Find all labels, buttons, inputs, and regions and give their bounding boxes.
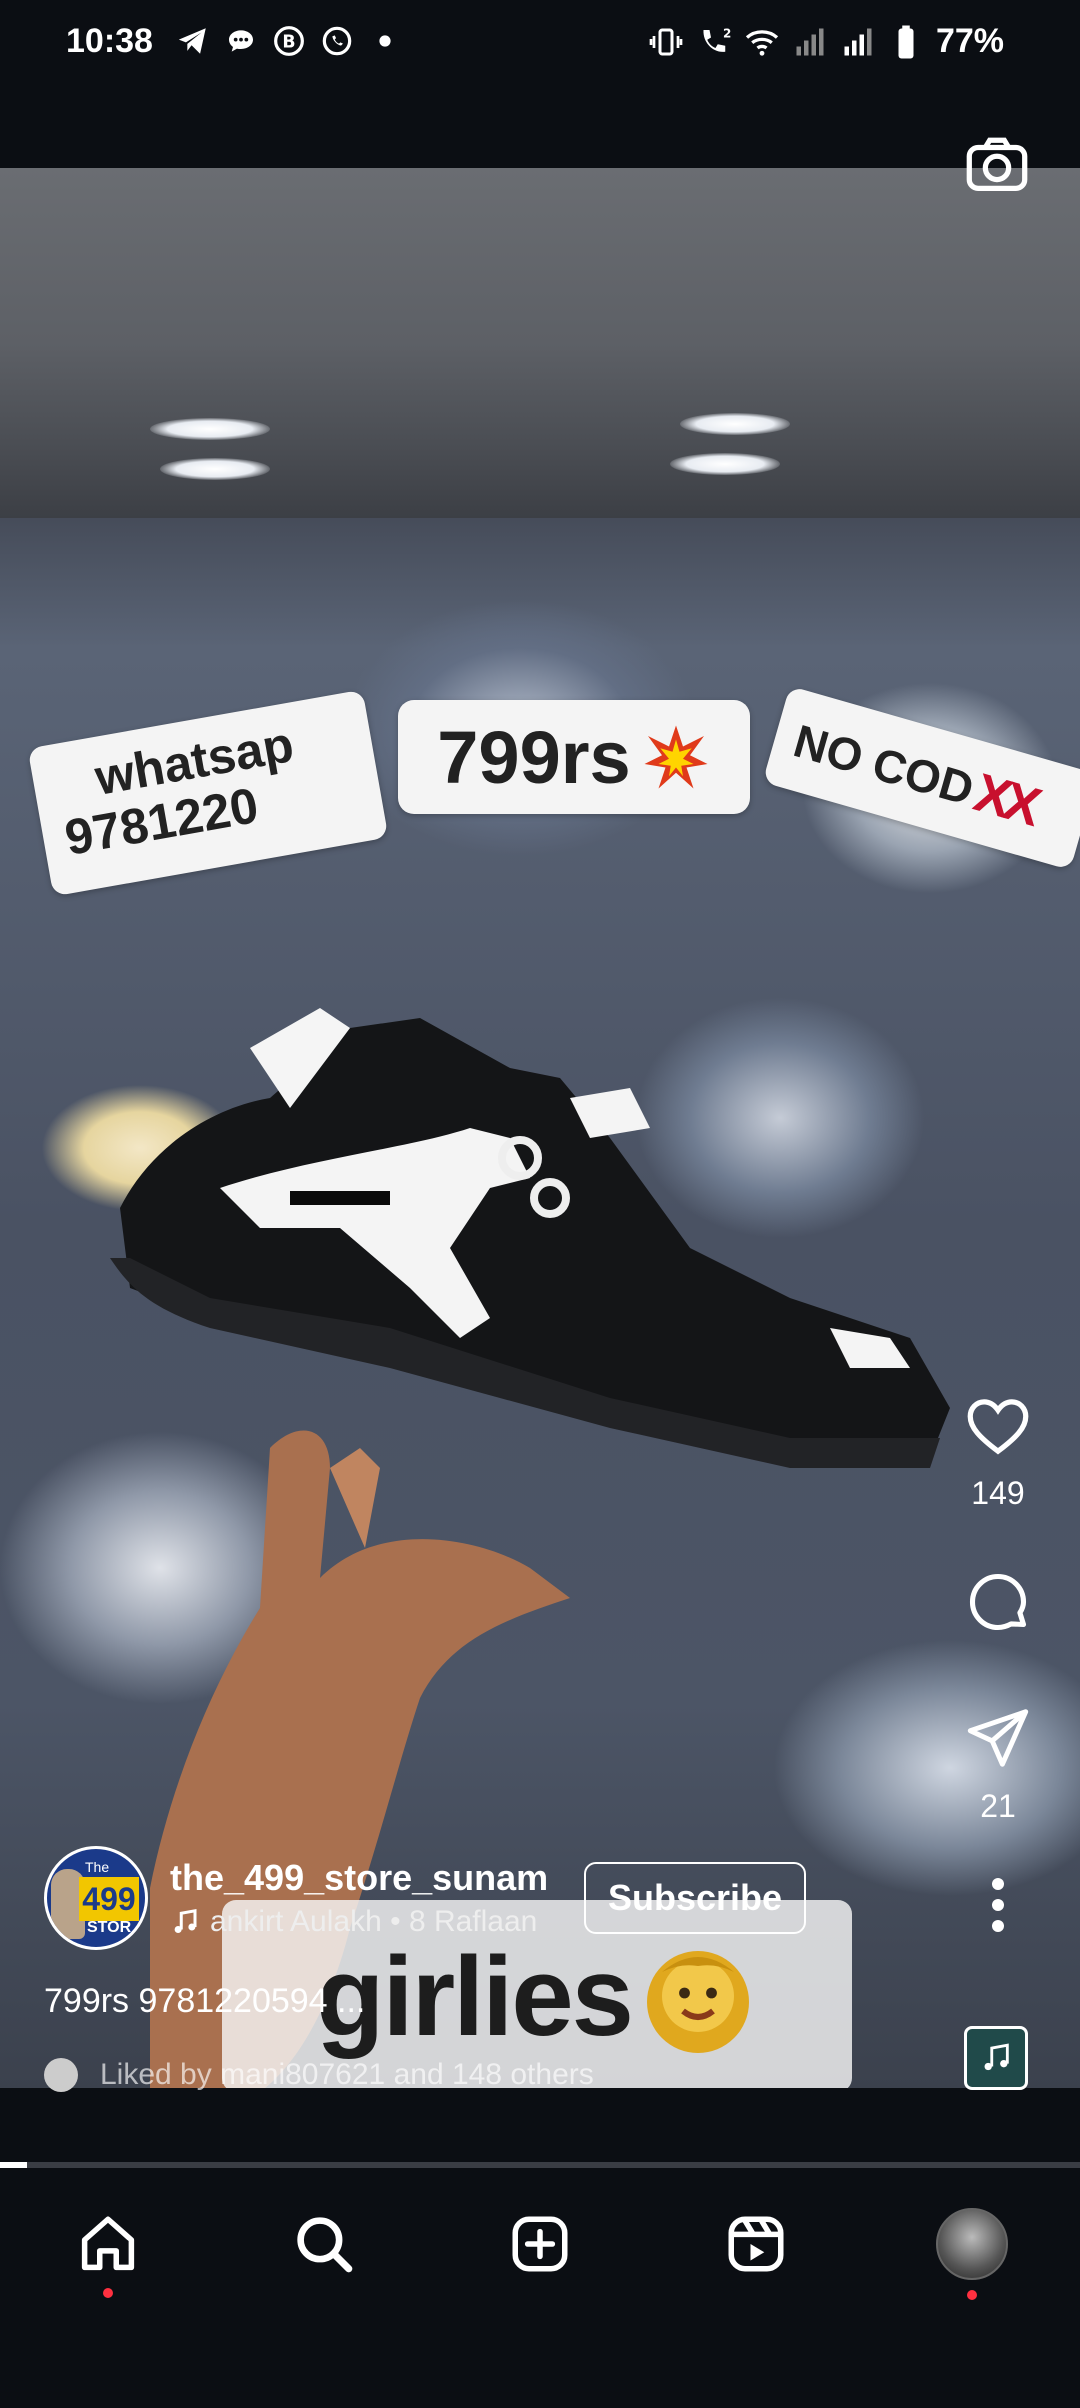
audio-track[interactable]: ankirt Aulakh • 8 Raflaan	[170, 1905, 548, 1939]
ceiling-light	[160, 458, 270, 480]
liked-by-others: 148 others	[451, 2058, 594, 2091]
telegram-icon	[176, 24, 210, 58]
no-cod-sticker: NO COD XX	[762, 685, 1080, 871]
share-button[interactable]	[958, 1698, 1038, 1778]
create-icon	[512, 2216, 568, 2272]
liked-by-middle: and	[393, 2058, 444, 2091]
price-sticker: 799rs	[398, 700, 750, 814]
liked-by-user: mani807621	[220, 2058, 386, 2091]
liked-by-row[interactable]: Liked by mani807621 and 148 others	[44, 2058, 594, 2092]
video-ceiling	[0, 168, 1080, 518]
nav-reels[interactable]	[716, 2204, 796, 2284]
notification-icons: B	[176, 24, 402, 58]
vibrate-icon	[648, 24, 684, 60]
audio-thumbnail[interactable]	[964, 2026, 1028, 2090]
shares-count: 21	[980, 1788, 1016, 1824]
bottom-nav	[0, 2168, 1080, 2408]
status-bar: 10:38 B 2 77%	[0, 0, 1080, 90]
notification-dot-icon	[368, 24, 402, 58]
ceiling-light	[670, 453, 780, 475]
nav-home[interactable]	[68, 2204, 148, 2298]
camera-button[interactable]	[962, 130, 1032, 200]
music-note-icon	[174, 1908, 197, 1933]
svg-text:2: 2	[723, 26, 731, 40]
profile-notification-dot	[967, 2290, 977, 2300]
music-note-icon	[984, 2043, 1009, 2071]
ceiling-light	[680, 413, 790, 435]
more-options-button[interactable]	[958, 1865, 1038, 1945]
subscribe-button[interactable]: Subscribe	[584, 1862, 806, 1934]
avatar-store-text: STOR	[87, 1919, 132, 1936]
ceiling-light	[150, 418, 270, 440]
girl-emoji-icon	[646, 1951, 749, 2053]
profile-avatar	[936, 2208, 1008, 2280]
whatsapp-icon	[320, 24, 354, 58]
author-username[interactable]: the_499_store_sunam	[170, 1857, 548, 1899]
sneaker-image	[110, 1008, 950, 1468]
chat-bubble-icon	[224, 24, 258, 58]
author-avatar[interactable]: The 499 STOR	[44, 1846, 148, 1950]
reel-video[interactable]: whatsap 9781220 799rs NO COD XX girlies	[0, 168, 1080, 2088]
explosion-emoji-icon	[644, 725, 708, 789]
action-rail: 149 21	[950, 1385, 1046, 1945]
status-right: 2 77%	[648, 22, 1004, 61]
reels-icon	[728, 2216, 784, 2272]
whatsapp-sticker: whatsap 9781220	[27, 689, 389, 897]
signal-weak-icon	[792, 24, 828, 60]
svg-text:B: B	[282, 33, 295, 53]
comment-icon	[969, 1573, 1027, 1631]
wifi-calling-icon: 2	[696, 24, 732, 60]
status-time: 10:38	[66, 22, 153, 60]
signal-icon	[840, 24, 876, 60]
post-caption[interactable]: 799rs 9781220594 ...	[44, 1982, 365, 2021]
heart-icon	[967, 1399, 1029, 1455]
battery-percent: 77%	[935, 22, 1004, 60]
audio-track-text: ankirt Aulakh • 8 Raflaan	[210, 1905, 538, 1938]
liked-by-prefix: Liked by	[100, 2058, 212, 2091]
comment-button[interactable]	[958, 1562, 1038, 1642]
nav-create[interactable]	[500, 2204, 580, 2284]
avatar-small-text: The	[85, 1859, 110, 1875]
liker-avatar	[44, 2058, 78, 2092]
likes-count: 149	[971, 1475, 1025, 1511]
nav-search[interactable]	[284, 2204, 364, 2284]
like-button[interactable]	[958, 1385, 1038, 1465]
price-sticker-text: 799rs	[437, 715, 631, 799]
camera-icon	[966, 137, 1028, 191]
search-icon	[297, 2217, 353, 2273]
battery-icon	[888, 24, 924, 60]
home-notification-dot	[103, 2288, 113, 2298]
wifi-icon	[744, 24, 780, 60]
author-row: The 499 STOR the_499_store_sunam ankirt …	[44, 1846, 548, 1950]
b-message-icon: B	[272, 24, 306, 58]
home-icon	[81, 2216, 135, 2271]
no-cod-cross-marks: XX	[967, 762, 1043, 837]
avatar-badge: 499	[79, 1877, 139, 1921]
send-icon	[967, 1709, 1029, 1767]
more-vertical-icon	[992, 1878, 1004, 1932]
no-cod-text: NO COD	[788, 714, 980, 816]
nav-profile[interactable]	[932, 2204, 1012, 2300]
author-meta: the_499_store_sunam ankirt Aulakh • 8 Ra…	[170, 1857, 548, 1939]
